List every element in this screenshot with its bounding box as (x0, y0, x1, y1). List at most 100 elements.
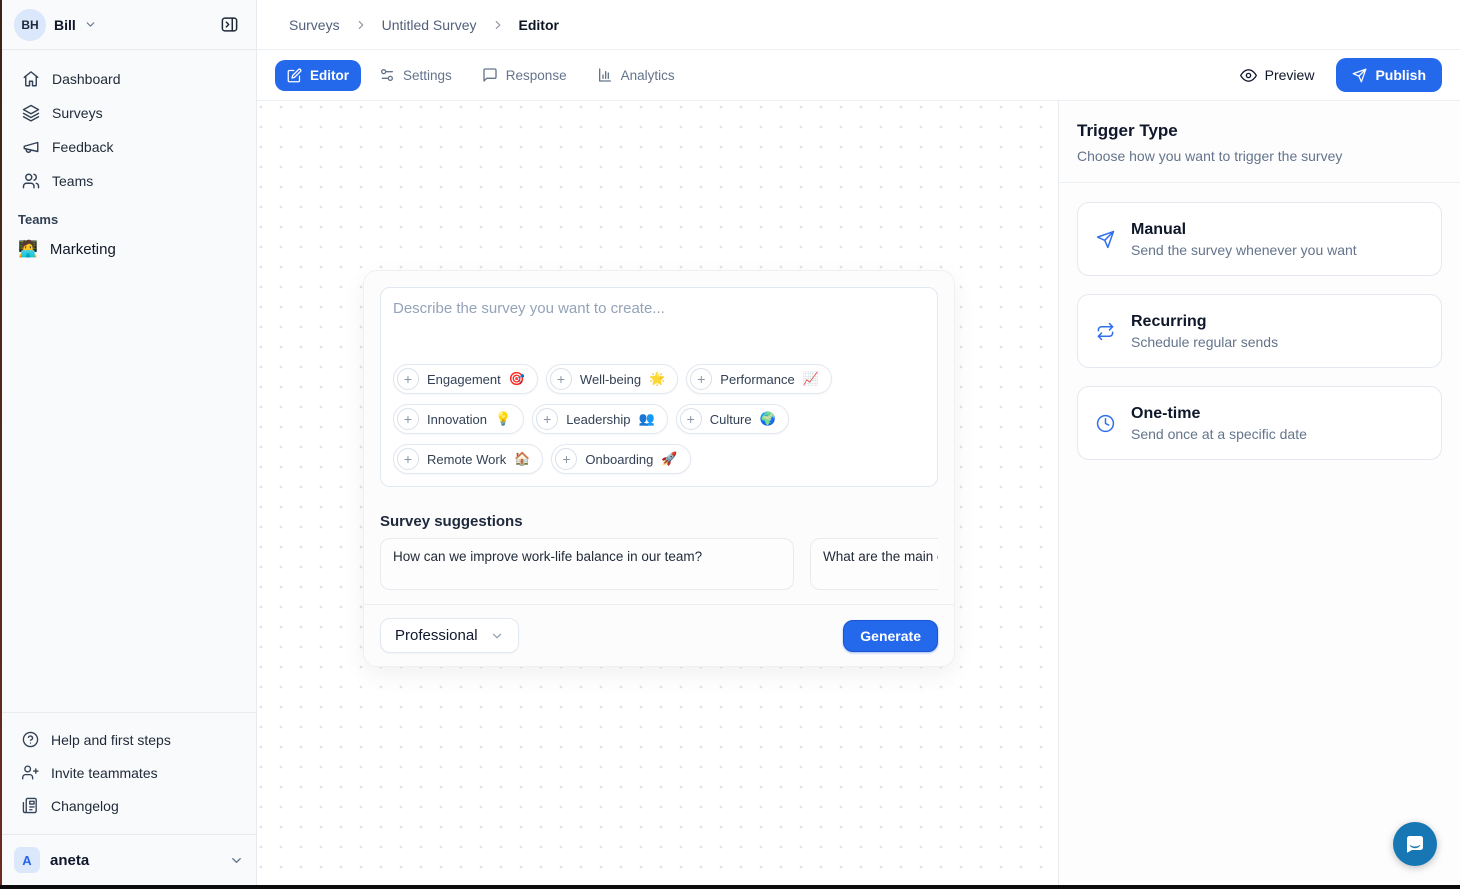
preview-label: Preview (1265, 67, 1315, 83)
preview-button[interactable]: Preview (1232, 61, 1323, 90)
trigger-option-description: Send the survey whenever you want (1131, 242, 1357, 258)
panel-title: Trigger Type (1077, 121, 1442, 141)
breadcrumb-untitled-survey[interactable]: Untitled Survey (382, 17, 477, 33)
trigger-option-description: Send once at a specific date (1131, 426, 1307, 442)
topic-chip-onboarding[interactable]: + Onboarding 🚀 (551, 444, 690, 474)
trigger-options: Manual Send the survey whenever you want… (1059, 183, 1460, 479)
publish-button[interactable]: Publish (1336, 58, 1442, 92)
plus-icon: + (536, 408, 558, 430)
builder-footer: Professional Generate (364, 604, 954, 666)
sidebar-item-label: Dashboard (52, 71, 121, 87)
chip-label: Leadership (566, 412, 630, 427)
sidebar: BH Bill Dashboard Surveys (2, 0, 257, 885)
tab-analytics[interactable]: Analytics (585, 59, 687, 91)
sidebar-item-label: Teams (52, 173, 93, 189)
workspace-name: Bill (54, 17, 76, 33)
topic-chip-culture[interactable]: + Culture 🌍 (676, 404, 789, 434)
panel-header: Trigger Type Choose how you want to trig… (1059, 101, 1460, 183)
screen-bottom-edge (0, 885, 1460, 889)
sidebar-item-feedback[interactable]: Feedback (12, 130, 246, 164)
plus-icon: + (397, 448, 419, 470)
sidebar-item-surveys[interactable]: Surveys (12, 96, 246, 130)
topic-chip-performance[interactable]: + Performance 📈 (686, 364, 832, 394)
sidebar-footer-nav: Help and first steps Invite teammates Ch… (2, 712, 256, 828)
technologist-emoji-icon: 🧑‍💻 (18, 239, 38, 259)
trigger-option-title: Recurring (1131, 313, 1278, 331)
survey-prompt-input[interactable] (393, 300, 925, 364)
clock-icon (1096, 414, 1115, 433)
chip-label: Performance (720, 372, 794, 387)
users-icon (22, 172, 40, 190)
tab-label: Editor (310, 68, 349, 83)
suggestion-card[interactable]: What are the main ob (810, 538, 938, 590)
sidebar-item-dashboard[interactable]: Dashboard (12, 62, 246, 96)
layers-icon (22, 104, 40, 122)
bar-chart-icon (597, 67, 613, 83)
breadcrumb-surveys[interactable]: Surveys (289, 17, 340, 33)
breadcrumb: Surveys Untitled Survey Editor (257, 0, 1460, 50)
tone-selected-value: Professional (395, 627, 478, 644)
user-plus-icon (22, 764, 39, 781)
tab-settings[interactable]: Settings (367, 59, 464, 91)
topic-chip-remote-work[interactable]: + Remote Work 🏠 (393, 444, 543, 474)
trigger-option-description: Schedule regular sends (1131, 334, 1278, 350)
topic-chip-well-being[interactable]: + Well-being 🌟 (546, 364, 678, 394)
topic-chips: + Engagement 🎯 + Well-being 🌟 + (393, 364, 925, 474)
rocket-emoji-icon: 🚀 (661, 451, 677, 467)
dart-emoji-icon: 🎯 (509, 371, 525, 387)
sidebar-team-marketing[interactable]: 🧑‍💻 Marketing (2, 233, 256, 265)
megaphone-icon (22, 138, 40, 156)
chat-launcher-button[interactable] (1393, 822, 1437, 866)
trigger-option-manual[interactable]: Manual Send the survey whenever you want (1077, 202, 1442, 276)
sidebar-item-label: Invite teammates (51, 765, 158, 781)
chip-label: Culture (710, 412, 752, 427)
generate-button[interactable]: Generate (843, 620, 938, 652)
sidebar-item-changelog[interactable]: Changelog (12, 789, 246, 822)
tab-bar-actions: Preview Publish (1232, 58, 1442, 92)
user-menu[interactable]: A aneta (2, 834, 256, 885)
bulb-emoji-icon: 💡 (495, 411, 511, 427)
panel-right-icon (220, 15, 239, 34)
trigger-option-title: One-time (1131, 405, 1307, 423)
chip-label: Engagement (427, 372, 501, 387)
sidebar-collapse-button[interactable] (214, 10, 244, 40)
suggestions-title: Survey suggestions (380, 513, 938, 530)
work-area: + Engagement 🎯 + Well-being 🌟 + (257, 101, 1460, 885)
workspace-switcher[interactable]: BH Bill (2, 0, 256, 50)
sidebar-teams-header: Teams (2, 198, 256, 233)
suggestion-card[interactable]: How can we improve work-life balance in … (380, 538, 794, 590)
chip-label: Well-being (580, 372, 641, 387)
chip-label: Remote Work (427, 452, 506, 467)
plus-icon: + (397, 368, 419, 390)
globe-emoji-icon: 🌍 (760, 411, 776, 427)
topic-chip-engagement[interactable]: + Engagement 🎯 (393, 364, 538, 394)
editor-canvas[interactable]: + Engagement 🎯 + Well-being 🌟 + (257, 101, 1058, 885)
workspace-avatar: BH (14, 9, 46, 41)
tab-editor[interactable]: Editor (275, 60, 361, 91)
star-emoji-icon: 🌟 (649, 371, 665, 387)
sidebar-item-label: Surveys (52, 105, 103, 121)
trigger-option-text: Manual Send the survey whenever you want (1131, 221, 1357, 258)
breadcrumb-editor: Editor (519, 17, 559, 33)
chevron-right-icon (354, 18, 368, 32)
screen-left-edge (0, 0, 2, 889)
trigger-option-recurring[interactable]: Recurring Schedule regular sends (1077, 294, 1442, 368)
sidebar-item-help[interactable]: Help and first steps (12, 723, 246, 756)
edit-icon (287, 68, 302, 83)
trigger-option-title: Manual (1131, 221, 1357, 239)
tone-select[interactable]: Professional (380, 618, 519, 653)
sidebar-item-teams[interactable]: Teams (12, 164, 246, 198)
topic-chip-leadership[interactable]: + Leadership 👥 (532, 404, 668, 434)
home-icon (22, 70, 40, 88)
send-icon (1096, 230, 1115, 249)
plus-icon: + (555, 448, 577, 470)
send-icon (1352, 68, 1367, 83)
plus-icon: + (680, 408, 702, 430)
sidebar-item-invite[interactable]: Invite teammates (12, 756, 246, 789)
trigger-option-one-time[interactable]: One-time Send once at a specific date (1077, 386, 1442, 460)
chart-emoji-icon: 📈 (803, 371, 819, 387)
sidebar-item-label: Changelog (51, 798, 119, 814)
tab-response[interactable]: Response (470, 59, 579, 91)
topic-chip-innovation[interactable]: + Innovation 💡 (393, 404, 524, 434)
people-emoji-icon: 👥 (639, 411, 655, 427)
